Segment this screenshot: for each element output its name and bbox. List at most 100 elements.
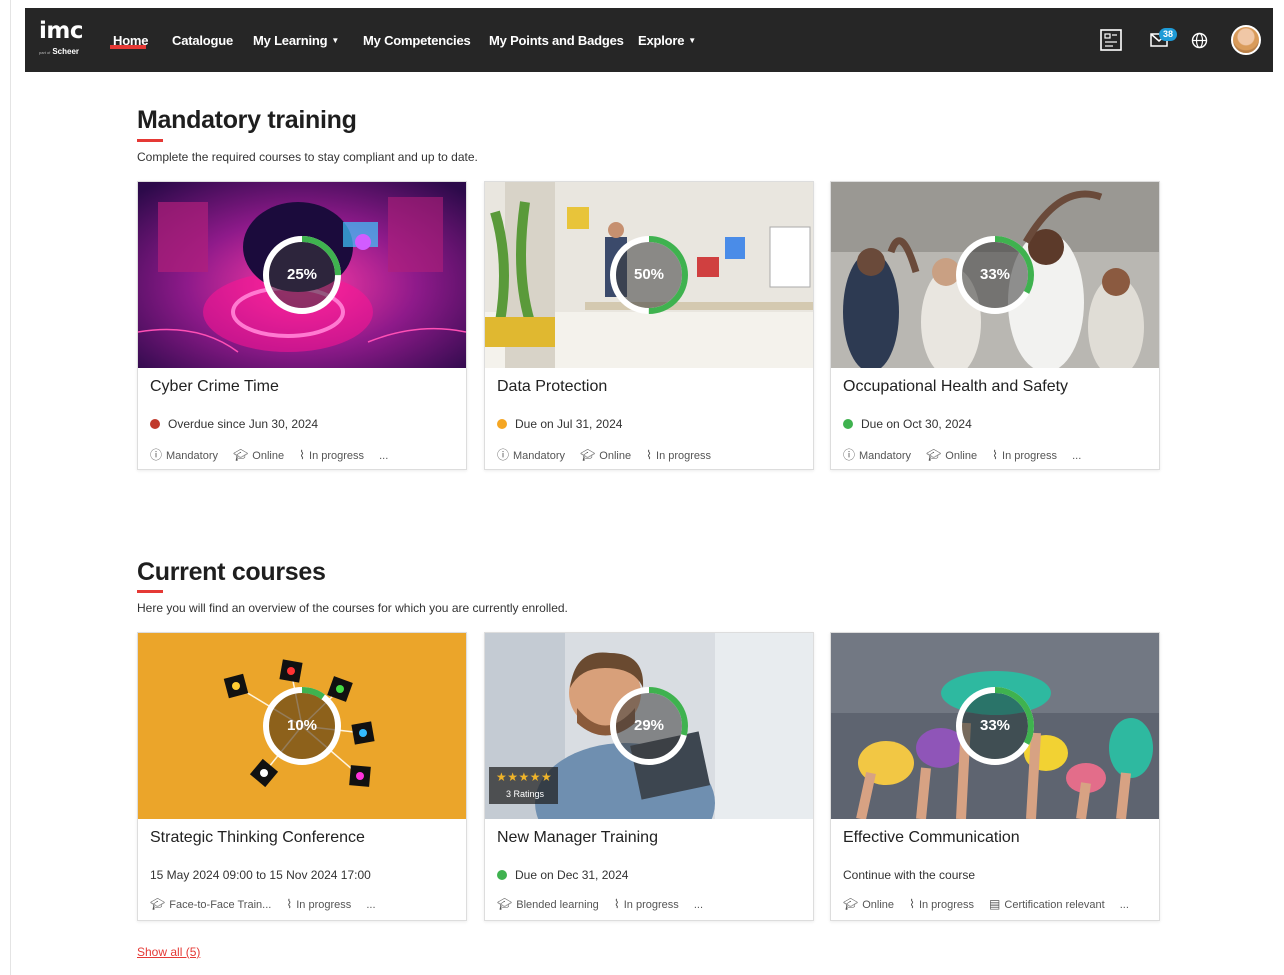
logo-subtext: part of Scheer [39, 47, 80, 56]
imc-logo[interactable]: imc part of Scheer [39, 18, 89, 60]
pulse-icon: ⌇ [646, 448, 653, 462]
nav-my-learning[interactable]: My Learning ▼ [253, 33, 339, 48]
course-title[interactable]: Cyber Crime Time [150, 378, 279, 396]
graduation-cap-icon: 🎓︎ [497, 897, 513, 911]
star-rating-icon: ★★★★★ [496, 770, 553, 784]
meta-mandatory: ⓘ Mandatory [497, 448, 565, 462]
course-card-strategic-thinking[interactable]: 10% Strategic Thinking Conference 15 May… [137, 632, 467, 921]
progress-percent: 33% [979, 266, 1011, 283]
section-description-current: Here you will find an overview of the co… [137, 601, 568, 615]
more-tags[interactable]: ... [1072, 450, 1081, 462]
course-card-data-protection[interactable]: 50% Data Protection Due on Jul 31, 2024 … [484, 181, 814, 470]
exclamation-circle-icon: ⓘ [150, 448, 163, 462]
certificate-icon: ▤ [989, 897, 1001, 911]
course-due-status: Due on Oct 30, 2024 [843, 417, 972, 431]
section-title-current: Current courses [137, 558, 326, 586]
pulse-icon: ⌇ [992, 448, 999, 462]
exclamation-circle-icon: ⓘ [843, 448, 856, 462]
meta-in-progress: ⌇ In progress [646, 448, 712, 462]
course-card-health-safety[interactable]: 33% Occupational Health and Safety Due o… [830, 181, 1160, 470]
status-dot-icon [497, 419, 507, 429]
course-image: 50% [485, 182, 813, 368]
meta-in-progress: ⌇ In progress [286, 897, 352, 911]
progress-percent: 29% [633, 717, 665, 734]
globe-icon[interactable] [1191, 32, 1208, 49]
section-title-mandatory: Mandatory training [137, 106, 357, 134]
course-meta: ⓘ Mandatory 🎓︎ Online ⌇ In progress ... [150, 446, 388, 463]
meta-online: 🎓︎ Online [580, 448, 632, 462]
course-due-status: Due on Dec 31, 2024 [497, 868, 628, 882]
chevron-down-icon: ▼ [331, 36, 340, 45]
rating-overlay: ★★★★★ 3 Ratings [489, 767, 558, 804]
section-description-mandatory: Complete the required courses to stay co… [137, 150, 478, 164]
course-meta: 🎓︎ Face-to-Face Train... ⌇ In progress ... [150, 897, 376, 911]
status-dot-icon [843, 419, 853, 429]
progress-percent: 50% [633, 266, 665, 283]
page-frame-edge [10, 0, 11, 975]
pulse-icon: ⌇ [286, 897, 293, 911]
course-title[interactable]: New Manager Training [497, 829, 658, 847]
messages-count-badge: 38 [1159, 28, 1177, 41]
pulse-icon: ⌇ [299, 448, 306, 462]
calendar-scan-icon[interactable] [1099, 28, 1123, 52]
course-title[interactable]: Occupational Health and Safety [843, 378, 1068, 396]
nav-my-competencies[interactable]: My Competencies [363, 33, 471, 48]
meta-in-progress: ⌇ In progress [909, 897, 974, 911]
more-tags[interactable]: ... [366, 899, 375, 911]
show-all-link[interactable]: Show all (5) [137, 945, 200, 959]
meta-in-progress: ⌇ In progress [299, 448, 365, 462]
status-dot-icon [150, 419, 160, 429]
course-title[interactable]: Strategic Thinking Conference [150, 829, 365, 847]
meta-in-progress: ⌇ In progress [613, 897, 679, 911]
pulse-icon: ⌇ [613, 897, 620, 911]
graduation-cap-icon: 🎓︎ [150, 897, 166, 911]
course-meta: ⓘ Mandatory 🎓︎ Online ⌇ In progress [497, 446, 723, 463]
progress-percent: 25% [286, 266, 318, 283]
nav-explore[interactable]: Explore ▼ [638, 33, 696, 48]
course-card-effective-communication[interactable]: 33% Effective Communication Continue wit… [830, 632, 1160, 921]
course-card-new-manager[interactable]: 29% ★★★★★ 3 Ratings New Manager Training… [484, 632, 814, 921]
meta-online: 🎓︎ Online [233, 448, 285, 462]
course-image: 33% [831, 182, 1159, 368]
nav-points-badges[interactable]: My Points and Badges [489, 33, 624, 48]
graduation-cap-icon: 🎓︎ [926, 448, 942, 462]
chevron-down-icon: ▼ [688, 36, 697, 45]
meta-format: 🎓︎ Blended learning [497, 897, 599, 911]
more-tags[interactable]: ... [694, 899, 703, 911]
continue-course-text: Continue with the course [843, 868, 976, 882]
graduation-cap-icon: 🎓︎ [580, 448, 596, 462]
course-due-status: Due on Jul 31, 2024 [497, 417, 622, 431]
section-underline [137, 590, 163, 593]
meta-mandatory: ⓘ Mandatory [843, 448, 911, 462]
meta-certification: ▤ Certification relevant [989, 897, 1105, 911]
nav-catalogue[interactable]: Catalogue [172, 33, 233, 48]
course-title[interactable]: Data Protection [497, 378, 607, 396]
course-due-status: Overdue since Jun 30, 2024 [150, 417, 318, 431]
course-dates: 15 May 2024 09:00 to 15 Nov 2024 17:00 [150, 868, 371, 882]
course-image: 29% ★★★★★ 3 Ratings [485, 633, 813, 819]
meta-online: 🎓︎ Online [843, 897, 895, 911]
exclamation-circle-icon: ⓘ [497, 448, 510, 462]
logo-text: imc [39, 18, 83, 44]
course-meta: 🎓︎ Online ⌇ In progress ▤ Certification rel… [843, 897, 1129, 911]
rating-count: 3 Ratings [506, 789, 545, 799]
more-tags[interactable]: ... [379, 450, 388, 462]
course-image: 25% [138, 182, 466, 368]
more-tags[interactable]: ... [1120, 899, 1129, 911]
course-card-cyber-crime[interactable]: 25% Cyber Crime Time Overdue since Jun 3… [137, 181, 467, 470]
user-avatar[interactable] [1231, 25, 1261, 55]
progress-percent: 33% [979, 717, 1011, 734]
meta-in-progress: ⌇ In progress [992, 448, 1058, 462]
progress-percent: 10% [286, 717, 318, 734]
top-navigation-bar: imc part of Scheer Home Catalogue My Lear… [25, 8, 1273, 72]
pulse-icon: ⌇ [909, 897, 915, 911]
graduation-cap-icon: 🎓︎ [233, 448, 249, 462]
course-meta: ⓘ Mandatory 🎓︎ Online ⌇ In progress ... [843, 446, 1081, 463]
section-underline [137, 139, 163, 142]
course-meta: 🎓︎ Blended learning ⌇ In progress ... [497, 897, 703, 911]
course-image: 33% [831, 633, 1159, 819]
course-title[interactable]: Effective Communication [843, 829, 1020, 847]
course-image: 10% [138, 633, 466, 819]
graduation-cap-icon: 🎓︎ [843, 897, 859, 911]
meta-online: 🎓︎ Online [926, 448, 978, 462]
